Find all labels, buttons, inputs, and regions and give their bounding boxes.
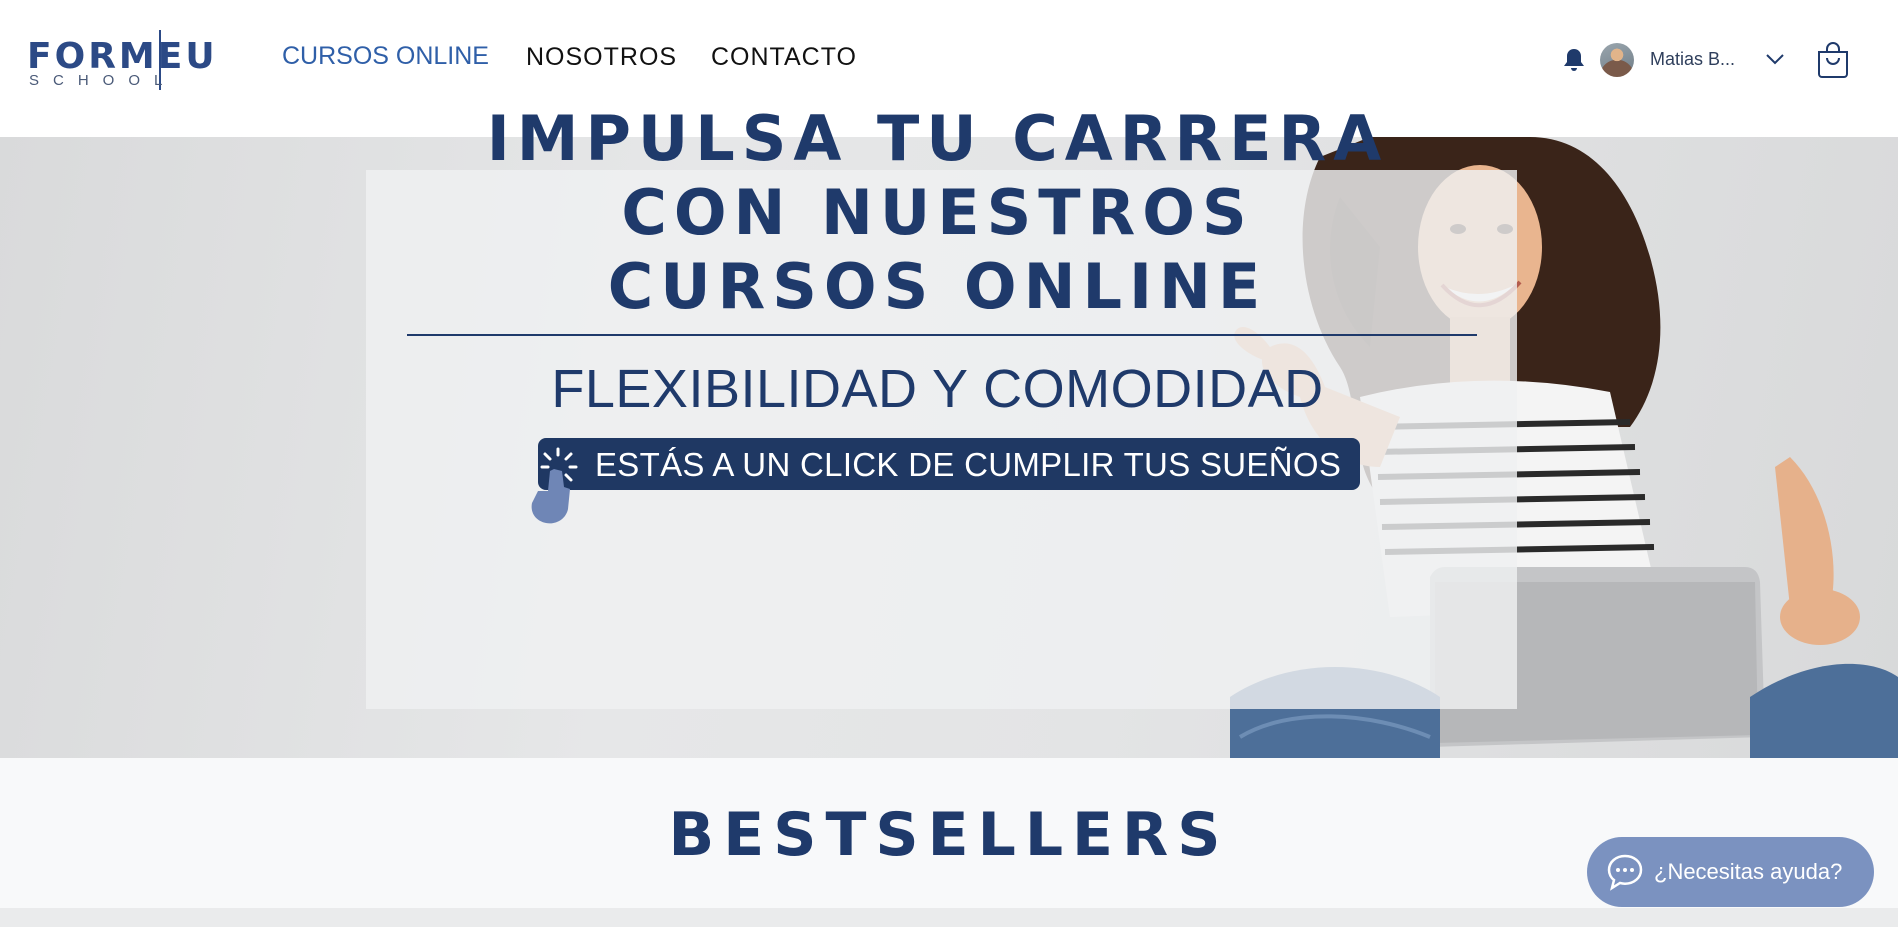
hero-headline: IMPULSA TU CARRERA CON NUESTROS CURSOS O… bbox=[470, 102, 1405, 324]
hero-subheadline: FLEXIBILIDAD Y COMODIDAD bbox=[551, 359, 1324, 419]
headline-line-2: CON NUESTROS bbox=[621, 176, 1254, 249]
nav-contacto[interactable]: CONTACTO bbox=[711, 43, 857, 72]
headline-line-3: CURSOS ONLINE bbox=[607, 250, 1268, 323]
hero-divider bbox=[407, 334, 1477, 336]
nav-nosotros[interactable]: NOSOTROS bbox=[526, 43, 677, 72]
help-chat-label[interactable]: ¿Necesitas ayuda? bbox=[1654, 859, 1842, 885]
cart-icon[interactable] bbox=[1815, 40, 1851, 80]
cta-label[interactable]: ESTÁS A UN CLICK DE CUMPLIR TUS SUEÑOS bbox=[595, 446, 1341, 484]
logo-subword: SCHOOL bbox=[29, 72, 177, 89]
formeu-school-logo[interactable]: FORMEU SCHOOL bbox=[27, 28, 227, 94]
pointer-click-icon[interactable] bbox=[518, 445, 582, 525]
user-name[interactable]: Matias B... bbox=[1650, 49, 1735, 70]
logo-word: FORMEU bbox=[27, 36, 218, 77]
section-bottom-strip bbox=[0, 908, 1898, 927]
nav-cursos-online[interactable]: CURSOS ONLINE bbox=[282, 42, 489, 71]
chat-bubble-icon[interactable] bbox=[1606, 853, 1644, 891]
chevron-down-icon[interactable] bbox=[1765, 52, 1785, 66]
user-avatar[interactable] bbox=[1600, 43, 1634, 77]
bell-icon[interactable] bbox=[1562, 47, 1586, 73]
headline-line-1: IMPULSA TU CARRERA bbox=[486, 102, 1389, 175]
